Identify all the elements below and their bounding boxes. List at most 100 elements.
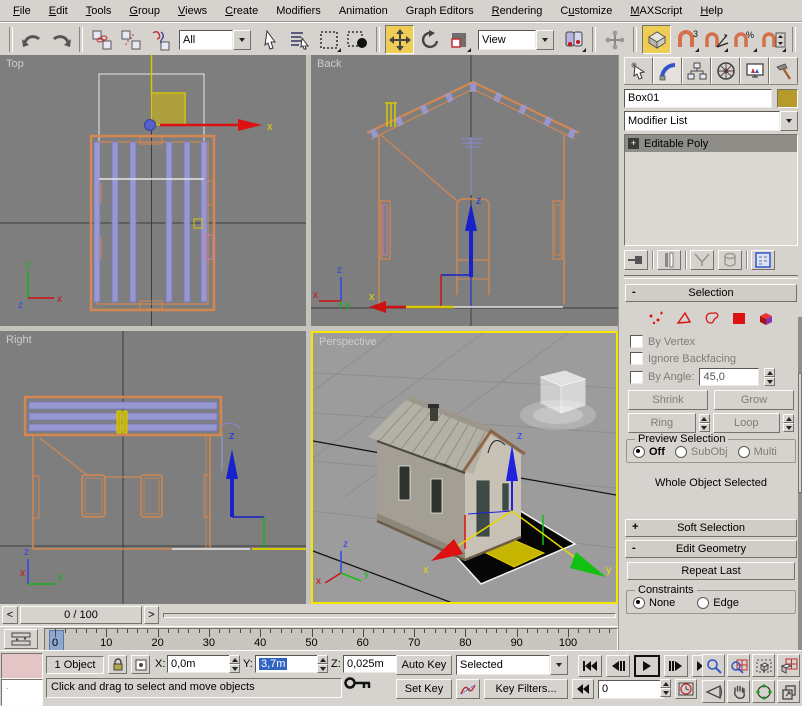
- angle-snap-toggle[interactable]: [702, 26, 729, 53]
- make-unique-button[interactable]: [690, 250, 714, 270]
- select-and-manipulate-button[interactable]: [601, 26, 628, 53]
- tab-modify[interactable]: [653, 57, 682, 84]
- zoom-extents-button[interactable]: [752, 654, 775, 677]
- element-subobject-button[interactable]: [757, 310, 775, 327]
- time-slider-track[interactable]: [163, 613, 616, 618]
- object-name-field[interactable]: Box01: [624, 89, 772, 108]
- by-vertex-checkbox[interactable]: [630, 335, 643, 348]
- y-coordinate-field[interactable]: 3,7m: [259, 658, 287, 670]
- snap-toggle-3d-button[interactable]: 3: [673, 26, 700, 53]
- constraint-none-radio[interactable]: None: [633, 597, 675, 609]
- previous-frame-button[interactable]: [606, 655, 630, 677]
- rollout-selection-header[interactable]: - Selection: [625, 284, 797, 302]
- select-by-name-button[interactable]: [286, 26, 313, 53]
- zoom-button[interactable]: [702, 654, 725, 677]
- border-subobject-button[interactable]: [703, 310, 721, 326]
- configure-modifier-sets-button[interactable]: [751, 250, 775, 270]
- menu-animation[interactable]: Animation: [330, 1, 397, 21]
- menu-rendering[interactable]: Rendering: [483, 1, 552, 21]
- remove-modifier-button[interactable]: [718, 250, 742, 270]
- frame-spinner[interactable]: [660, 679, 671, 697]
- grow-button[interactable]: Grow: [714, 390, 794, 410]
- menu-group[interactable]: Group: [120, 1, 169, 21]
- viewport-back[interactable]: Back: [311, 55, 618, 326]
- time-configuration-button[interactable]: [675, 679, 697, 699]
- y-spinner[interactable]: [317, 655, 328, 673]
- polygon-subobject-button[interactable]: [731, 310, 747, 326]
- viewport-right[interactable]: Right: [0, 331, 306, 604]
- bind-to-space-warp-button[interactable]: [146, 26, 173, 53]
- maximize-viewport-toggle[interactable]: [777, 680, 800, 703]
- tab-create[interactable]: [624, 57, 653, 84]
- panel-scrollbar[interactable]: [798, 317, 802, 650]
- menu-create[interactable]: Create: [216, 1, 267, 21]
- viewport-top[interactable]: Top x: [0, 55, 306, 326]
- pan-button[interactable]: [727, 680, 750, 703]
- go-to-start-button[interactable]: [578, 655, 602, 677]
- expand-icon[interactable]: +: [628, 138, 639, 149]
- edge-subobject-button[interactable]: [675, 310, 693, 326]
- by-angle-field[interactable]: 45,0: [699, 368, 759, 386]
- undo-button[interactable]: [18, 26, 45, 53]
- menu-help[interactable]: Help: [691, 1, 732, 21]
- repeat-last-button[interactable]: Repeat Last: [627, 562, 795, 580]
- snaps-toggle-button[interactable]: [642, 25, 671, 54]
- arc-rotate-button[interactable]: [752, 680, 775, 703]
- loop-button[interactable]: Loop: [713, 413, 781, 433]
- menu-modifiers[interactable]: Modifiers: [267, 1, 330, 21]
- preview-multi-radio[interactable]: Multi: [738, 446, 777, 458]
- select-and-rotate-button[interactable]: [416, 26, 443, 53]
- open-mini-curve-editor-button[interactable]: [4, 629, 38, 649]
- by-angle-checkbox[interactable]: [630, 371, 643, 384]
- loop-spinner[interactable]: [783, 414, 794, 432]
- selection-lock-toggle[interactable]: [108, 655, 127, 674]
- reference-coordinate-dropdown[interactable]: View: [478, 30, 554, 50]
- object-color-swatch[interactable]: [777, 89, 798, 108]
- constraint-edge-radio[interactable]: Edge: [697, 597, 739, 609]
- select-and-scale-button[interactable]: [445, 26, 472, 53]
- x-coordinate-field[interactable]: 0,0m: [167, 655, 231, 673]
- ring-spinner[interactable]: [699, 414, 710, 432]
- time-slider-handle[interactable]: 0 / 100: [20, 606, 142, 624]
- rollout-edit-geometry-header[interactable]: - Edit Geometry: [625, 540, 797, 558]
- dropdown-arrow-icon[interactable]: [233, 30, 251, 50]
- next-frame-button[interactable]: [664, 655, 688, 677]
- select-and-link-button[interactable]: [88, 26, 115, 53]
- rollout-soft-selection-header[interactable]: + Soft Selection: [625, 519, 797, 537]
- maxscript-macro-recorder[interactable]: [1, 653, 43, 679]
- shrink-button[interactable]: Shrink: [628, 390, 708, 410]
- vertex-subobject-button[interactable]: [647, 310, 665, 326]
- ignore-backfacing-checkbox[interactable]: [630, 352, 643, 365]
- time-slider-right-arrow[interactable]: >: [144, 606, 159, 624]
- house-model[interactable]: [368, 396, 525, 561]
- play-button[interactable]: [634, 655, 660, 677]
- selection-filter-dropdown[interactable]: All: [179, 30, 251, 50]
- key-mode-toggle[interactable]: [572, 679, 594, 699]
- zoom-all-button[interactable]: [727, 654, 750, 677]
- redo-button[interactable]: [47, 26, 74, 53]
- field-of-view-button[interactable]: [702, 680, 725, 703]
- stack-item-editable-poly[interactable]: + Editable Poly: [625, 135, 797, 152]
- menu-graph-editors[interactable]: Graph Editors: [397, 1, 483, 21]
- time-slider-left-arrow[interactable]: <: [2, 606, 18, 624]
- absolute-offset-toggle[interactable]: [131, 655, 150, 674]
- rectangular-selection-region-button[interactable]: [315, 26, 342, 53]
- menu-views[interactable]: Views: [169, 1, 216, 21]
- dropdown-arrow-icon[interactable]: [550, 655, 568, 675]
- x-spinner[interactable]: [229, 655, 240, 673]
- use-pivot-point-button[interactable]: [560, 26, 587, 53]
- tab-display[interactable]: [740, 57, 769, 84]
- unlink-selection-button[interactable]: [117, 26, 144, 53]
- menu-file[interactable]: File: [4, 1, 40, 21]
- preview-off-radio[interactable]: Off: [633, 446, 665, 458]
- pin-stack-button[interactable]: [624, 250, 648, 270]
- dropdown-arrow-icon[interactable]: [536, 30, 554, 50]
- selection-set-dropdown[interactable]: Selected: [456, 655, 568, 675]
- spinner-snap-toggle[interactable]: [760, 26, 787, 53]
- menu-tools[interactable]: Tools: [77, 1, 121, 21]
- tab-motion[interactable]: [711, 57, 740, 84]
- by-angle-spinner[interactable]: [764, 368, 775, 386]
- select-object-button[interactable]: [257, 26, 284, 53]
- viewport-perspective[interactable]: Perspective: [311, 331, 618, 604]
- modifier-list-dropdown[interactable]: Modifier List: [624, 111, 798, 131]
